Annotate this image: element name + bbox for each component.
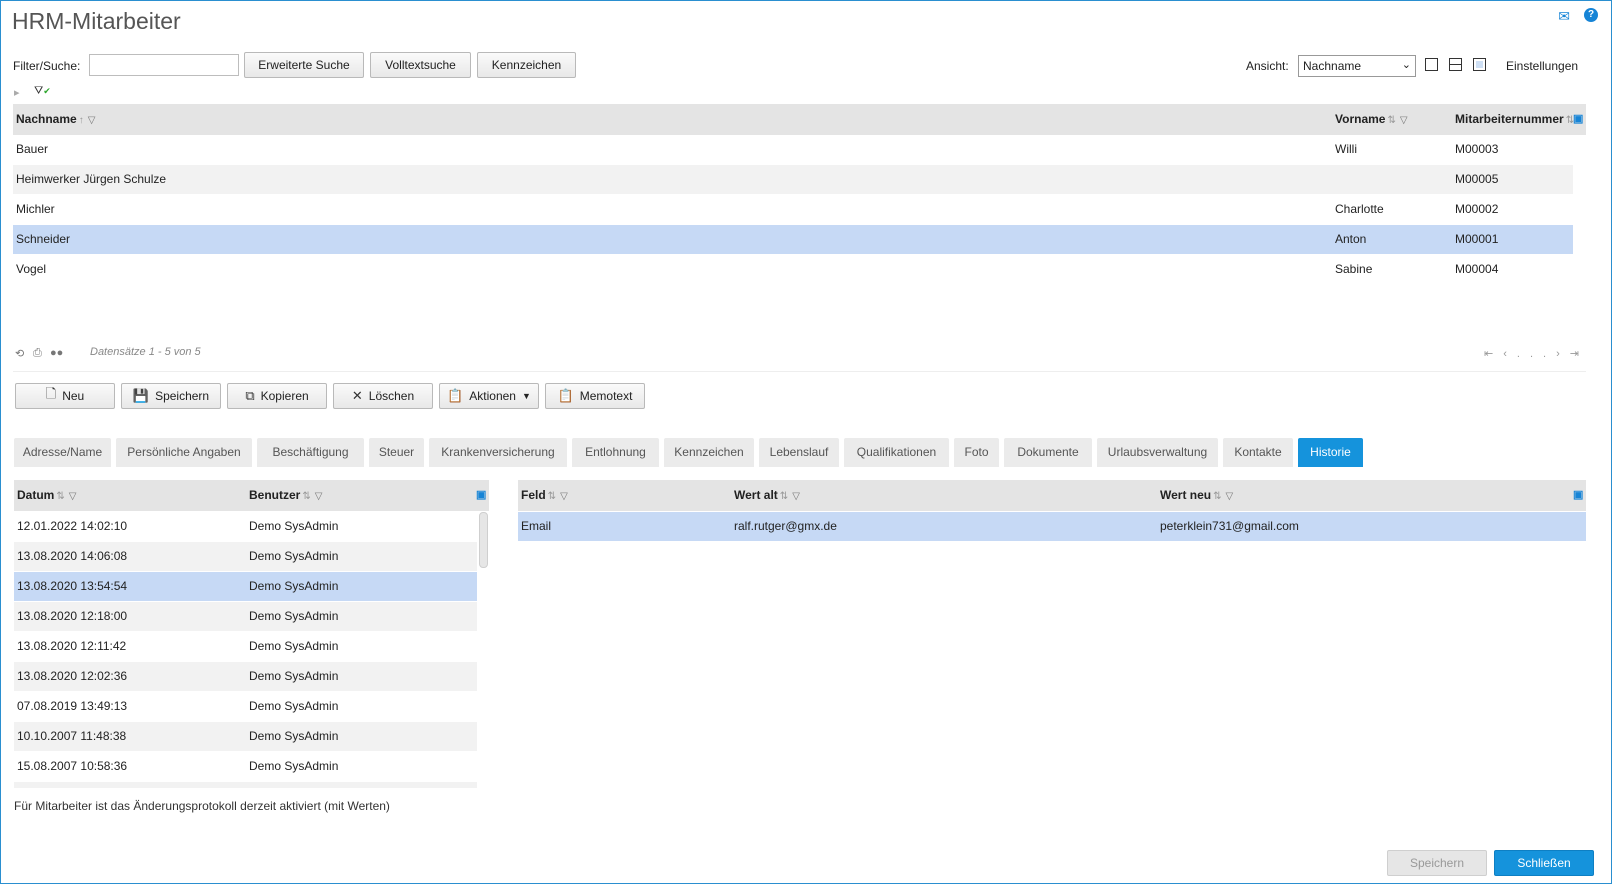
filter-active-icon[interactable]: ⛛✔ <box>34 85 51 98</box>
tab-qualifikationen[interactable]: Qualifikationen <box>844 438 949 467</box>
close-button[interactable]: Schließen <box>1494 850 1594 876</box>
table-row[interactable]: Vogel Sabine M00004 <box>13 255 1573 284</box>
top-icons: ✉ ? <box>1558 8 1598 25</box>
export-icon[interactable]: ●● <box>50 347 63 359</box>
view-select[interactable]: Nachname ⌄ <box>1298 55 1416 77</box>
employee-grid-header: Nachname ↑ ▽ Vorname ⇅ ▽ Mitarbeiternummer ⇅ … <box>13 104 1586 135</box>
view-split-icon[interactable] <box>1449 58 1462 71</box>
column-header-nachname[interactable]: Nachname ↑ ▽ <box>16 104 95 135</box>
tab-adresse-name[interactable]: Adresse/Name <box>14 438 111 467</box>
tab-lebenslauf[interactable]: Lebenslauf <box>759 438 839 467</box>
view-label: Ansicht: <box>1246 59 1289 73</box>
pager-ellipsis: ... <box>1516 348 1557 360</box>
tags-button[interactable]: Kennzeichen <box>477 52 576 78</box>
history-row[interactable]: 13.08.2020 12:02:36 Demo SysAdmin <box>14 662 477 691</box>
mail-icon[interactable]: ✉ <box>1558 8 1570 25</box>
copy-button[interactable]: ⧉ Kopieren <box>227 383 327 409</box>
filter-input[interactable] <box>89 54 239 76</box>
close-icon: ✕ <box>351 388 363 403</box>
history-grid-header: Datum ⇅ ▽ Benutzer ⇅ ▽ ▣ <box>14 480 489 511</box>
clipboard-icon: 📋 <box>557 388 574 403</box>
table-row[interactable]: Bauer Willi M00003 <box>13 135 1573 164</box>
column-header-vorname[interactable]: Vorname ⇅ ▽ <box>1335 104 1408 135</box>
help-icon[interactable]: ? <box>1584 8 1598 22</box>
floppy-icon: 💾 <box>132 388 150 403</box>
tab-foto[interactable]: Foto <box>954 438 999 467</box>
history-row[interactable]: 13.08.2020 12:11:42 Demo SysAdmin <box>14 632 477 661</box>
column-chooser-icon[interactable]: ▣ <box>476 480 486 511</box>
refresh-icon[interactable]: ⟲ <box>15 347 24 360</box>
expand-icon[interactable]: ▸ <box>14 86 20 99</box>
history-row[interactable]: 15.08.2007 10:58:36 Demo SysAdmin <box>14 752 477 781</box>
chevron-down-icon: ⌄ <box>1401 59 1411 71</box>
column-chooser-icon[interactable]: ▣ <box>1573 104 1583 135</box>
tab-dokumente[interactable]: Dokumente <box>1004 438 1092 467</box>
tab-urlaubsverwaltung[interactable]: Urlaubsverwaltung <box>1097 438 1218 467</box>
clipboard-check-icon: 📋 <box>447 388 464 403</box>
column-header-mitarbeiternummer[interactable]: Mitarbeiternummer ⇅ <box>1455 104 1574 135</box>
actions-button[interactable]: 📋 Aktionen ▼ <box>439 383 539 409</box>
pager-controls[interactable]: ⇤‹...›⇥ <box>1484 347 1589 360</box>
table-row[interactable]: Michler Charlotte M00002 <box>13 195 1573 224</box>
tab-kontakte[interactable]: Kontakte <box>1223 438 1293 467</box>
filter-label: Filter/Suche: <box>13 59 81 73</box>
advanced-search-button[interactable]: Erweiterte Suche <box>244 52 364 78</box>
changes-grid-header: Feld ⇅ ▽ Wert alt ⇅ ▽ Wert neu ⇅ ▽ ▣ <box>518 480 1586 511</box>
view-detail-icon[interactable] <box>1473 58 1486 71</box>
column-header-wert-neu[interactable]: Wert neu ⇅ ▽ <box>1160 480 1233 511</box>
history-row-partial <box>14 782 477 788</box>
tab-entlohnung[interactable]: Entlohnung <box>572 438 659 467</box>
tab-krankenversicherung[interactable]: Krankenversicherung <box>429 438 567 467</box>
print-icon[interactable]: ⎙ <box>33 347 42 360</box>
table-row[interactable]: Heimwerker Jürgen Schulze M00005 <box>13 165 1573 194</box>
column-header-feld[interactable]: Feld ⇅ ▽ <box>521 480 568 511</box>
table-row-selected[interactable]: Schneider Anton M00001 <box>13 225 1573 254</box>
history-row[interactable]: 13.08.2020 12:18:00 Demo SysAdmin <box>14 602 477 631</box>
history-row[interactable]: 10.10.2007 11:48:38 Demo SysAdmin <box>14 722 477 751</box>
column-header-wert-alt[interactable]: Wert alt ⇅ ▽ <box>734 480 800 511</box>
column-chooser-icon[interactable]: ▣ <box>1573 480 1583 511</box>
history-row-selected[interactable]: 13.08.2020 13:54:54 Demo SysAdmin <box>14 572 477 601</box>
history-row[interactable]: 12.01.2022 14:02:10 Demo SysAdmin <box>14 512 477 541</box>
column-header-benutzer[interactable]: Benutzer ⇅ ▽ <box>249 480 322 511</box>
view-select-value: Nachname <box>1303 59 1362 73</box>
caret-down-icon: ▼ <box>521 391 531 401</box>
divider <box>13 371 1586 372</box>
column-header-datum[interactable]: Datum ⇅ ▽ <box>17 480 76 511</box>
delete-button[interactable]: ✕ Löschen <box>333 383 433 409</box>
history-scrollbar[interactable] <box>479 512 488 568</box>
tab-historie[interactable]: Historie <box>1298 438 1363 467</box>
save-button[interactable]: 💾 Speichern <box>121 383 221 409</box>
history-row[interactable]: 07.08.2019 13:49:13 Demo SysAdmin <box>14 692 477 721</box>
document-icon: 🗋 <box>45 386 57 401</box>
history-row[interactable]: 13.08.2020 14:06:08 Demo SysAdmin <box>14 542 477 571</box>
page-title: HRM-Mitarbeiter <box>12 8 181 34</box>
settings-link[interactable]: Einstellungen <box>1506 59 1578 73</box>
tab-steuer[interactable]: Steuer <box>369 438 424 467</box>
fulltext-search-button[interactable]: Volltextsuche <box>370 52 471 78</box>
footer-save-button[interactable]: Speichern <box>1387 850 1487 876</box>
change-row-selected[interactable]: Email ralf.rutger@gmx.de peterklein731@g… <box>518 512 1586 541</box>
record-info: Datensätze 1 - 5 von 5 <box>90 346 201 358</box>
tab-kennzeichen[interactable]: Kennzeichen <box>664 438 754 467</box>
view-single-icon[interactable] <box>1425 58 1438 71</box>
memo-button[interactable]: 📋 Memotext <box>545 383 645 409</box>
tab-beschaeftigung[interactable]: Beschäftigung <box>257 438 364 467</box>
copy-icon: ⧉ <box>245 388 255 403</box>
status-text: Für Mitarbeiter ist das Änderungsprotoko… <box>14 799 390 813</box>
tab-persoenliche-angaben[interactable]: Persönliche Angaben <box>116 438 252 467</box>
new-button[interactable]: 🗋 Neu <box>15 383 115 409</box>
